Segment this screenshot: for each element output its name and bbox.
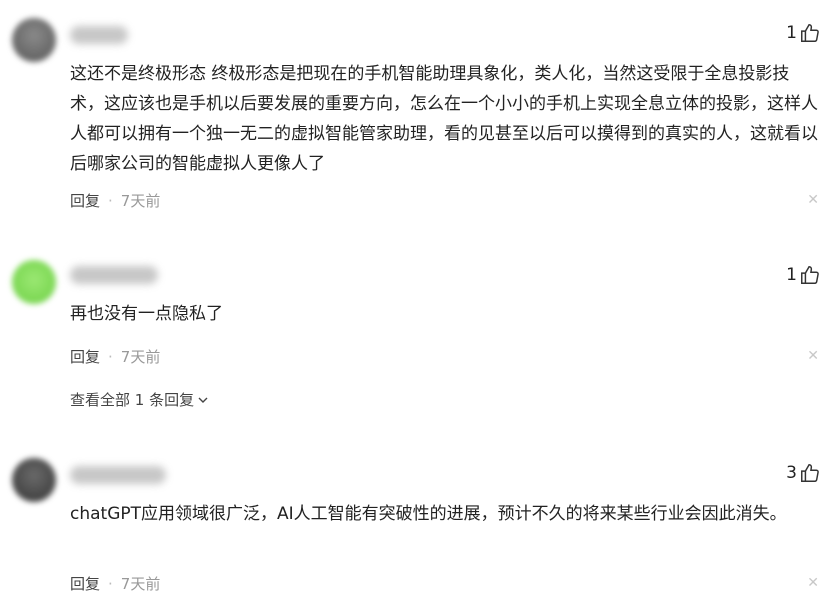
like-button[interactable]: 3 (786, 462, 821, 484)
like-count: 3 (786, 463, 797, 483)
username-blurred[interactable] (70, 466, 166, 484)
comment-text: chatGPT应用领域很广泛，AI人工智能有突破性的进展，预计不久的将来某些行业… (70, 504, 787, 524)
thumbs-up-icon (801, 464, 819, 482)
comment-item: 3 chatGPT应用领域很广泛，AI人工智能有突破性的进展，预计不久的将来某些… (0, 0, 835, 604)
avatar[interactable] (12, 458, 56, 502)
close-icon[interactable]: ✕ (807, 575, 819, 591)
reply-button[interactable]: 回复 (70, 573, 100, 594)
comment-meta: 回复 · 7天前 (70, 573, 160, 594)
timestamp: 7天前 (120, 575, 161, 593)
separator-dot: · (108, 574, 113, 593)
